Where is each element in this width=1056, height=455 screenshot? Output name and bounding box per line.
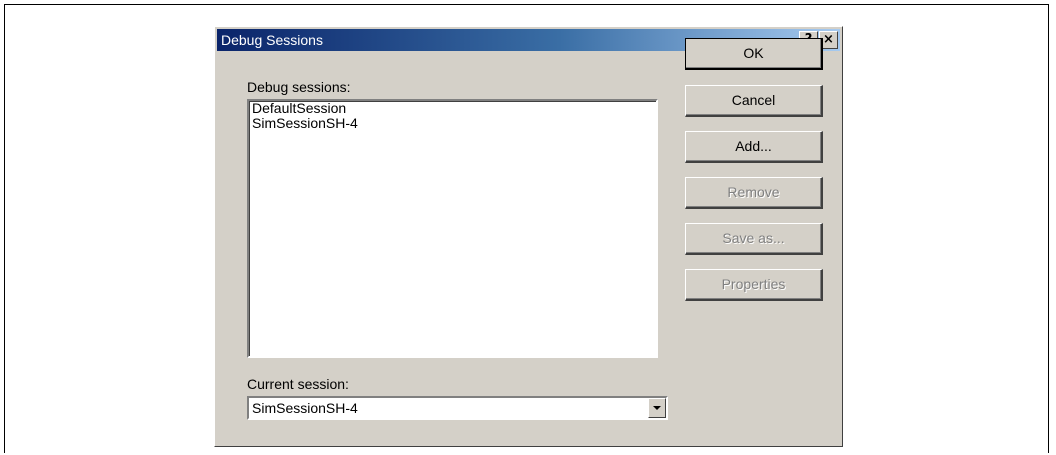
debug-sessions-list[interactable]: DefaultSession SimSessionSH-4	[247, 99, 658, 358]
add-button[interactable]: Add...	[685, 131, 823, 163]
list-item-default-session[interactable]: DefaultSession	[249, 101, 656, 116]
save-as-button[interactable]: Save as...	[685, 223, 823, 255]
list-item-sim-session[interactable]: SimSessionSH-4	[249, 116, 656, 131]
current-session-value: SimSessionSH-4	[252, 400, 358, 416]
debug-sessions-label: Debug sessions:	[247, 79, 351, 95]
properties-button[interactable]: Properties	[685, 269, 823, 301]
ok-button[interactable]: OK	[685, 38, 823, 70]
remove-button[interactable]: Remove	[685, 177, 823, 209]
debug-sessions-dialog: Debug Sessions ? × Debug sessions: Defau…	[214, 26, 843, 447]
chevron-down-icon[interactable]	[648, 398, 666, 418]
current-session-select[interactable]: SimSessionSH-4	[247, 396, 668, 420]
current-session-label: Current session:	[247, 376, 349, 392]
cancel-button[interactable]: Cancel	[685, 85, 823, 117]
window-title: Debug Sessions	[221, 32, 323, 48]
